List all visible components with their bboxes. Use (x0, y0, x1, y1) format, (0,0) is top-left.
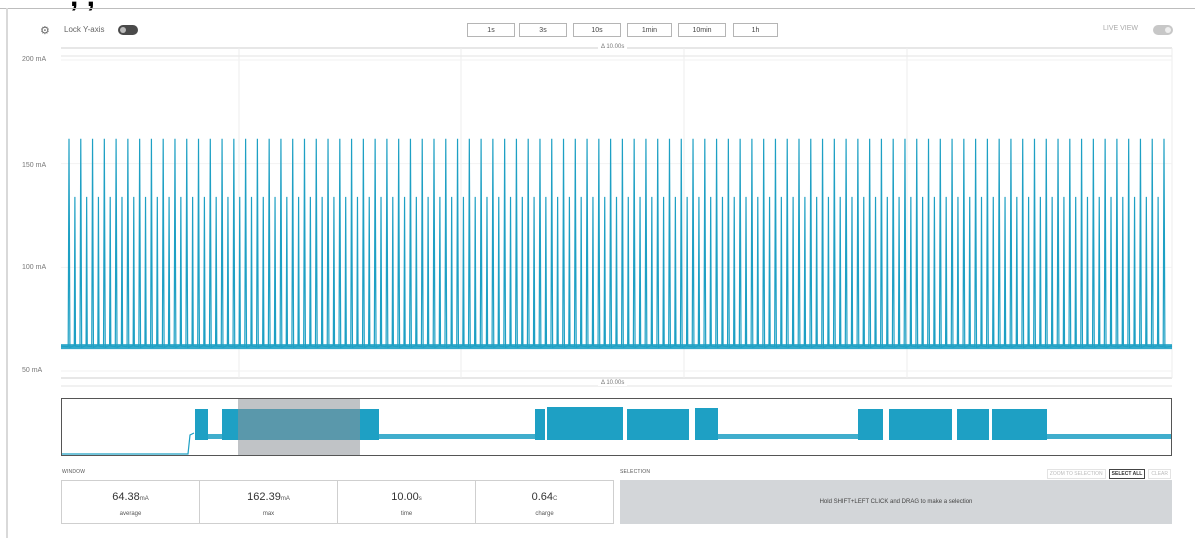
selection-hint: Hold SHIFT+LEFT CLICK and DRAG to make a… (819, 499, 973, 505)
minimap-idle-band (718, 434, 858, 439)
current-chart[interactable] (0, 0, 1195, 400)
minimap-idle-band (1047, 434, 1171, 439)
minimap[interactable] (61, 398, 1172, 456)
selection-box[interactable]: Hold SHIFT+LEFT CLICK and DRAG to make a… (620, 480, 1172, 524)
stat-label: charge (535, 511, 554, 517)
minimap-activity-block (195, 409, 208, 440)
minimap-activity-block (992, 409, 1047, 440)
clear-button[interactable]: CLEAR (1148, 469, 1171, 479)
stat-value: 10.00 (391, 491, 419, 503)
stat-unit: s (418, 496, 422, 502)
stat-max: 162.39mA max (200, 481, 338, 523)
minimap-lead-trace (62, 432, 195, 455)
stat-unit: mA (280, 496, 290, 502)
stat-unit: mA (139, 496, 149, 502)
window-stats: 64.38mA average 162.39mA max 10.00s time… (61, 480, 614, 524)
minimap-idle-band (208, 434, 222, 439)
time-span-label-bottom: Δ 10.00s (598, 380, 628, 386)
minimap-trace (62, 399, 1171, 455)
stat-charge: 0.64C charge (476, 481, 613, 523)
stat-label: time (400, 511, 413, 517)
minimap-view-window (238, 399, 360, 455)
zoom-to-selection-button[interactable]: ZOOM TO SELECTION (1046, 469, 1106, 479)
minimap-activity-block (695, 408, 718, 440)
stat-average: 64.38mA average (62, 481, 200, 523)
minimap-activity-block (858, 409, 883, 440)
stat-time: 10.00s time (338, 481, 476, 523)
stat-label: average (119, 511, 142, 517)
baseline-band (61, 344, 1172, 350)
stat-label: max (262, 511, 275, 517)
minimap-activity-block (535, 409, 545, 440)
minimap-idle-band (379, 434, 535, 439)
minimap-activity-block (627, 409, 689, 440)
select-all-button[interactable]: SELECT ALL (1108, 469, 1146, 479)
stat-unit: C (553, 496, 558, 502)
selection-panel-title: SELECTION (620, 469, 651, 475)
stat-value: 64.38 (112, 491, 140, 503)
minimap-activity-block (957, 409, 989, 440)
minimap-activity-block (889, 409, 952, 440)
stat-value: 0.64 (531, 491, 554, 503)
window-panel-title: WINDOW (62, 469, 86, 475)
selection-actions: ZOOM TO SELECTION SELECT ALL CLEAR (1046, 469, 1171, 479)
minimap-activity-block (547, 407, 623, 440)
stat-value: 162.39 (247, 491, 281, 503)
current-trace (60, 138, 1173, 349)
time-span-label-top: Δ 10.00s (598, 44, 628, 50)
